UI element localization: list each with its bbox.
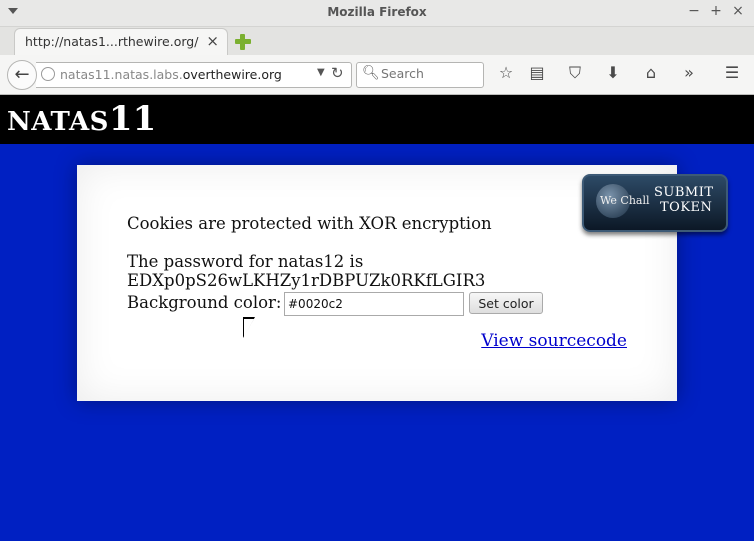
pocket-icon[interactable]: ⛉: [564, 63, 586, 83]
window-titlebar: Mozilla Firefox − + ×: [0, 0, 754, 27]
star-icon[interactable]: ☆: [495, 63, 517, 82]
maximize-button[interactable]: +: [708, 3, 724, 19]
search-input[interactable]: [381, 66, 479, 81]
password-value: EDXp0pS26wLKHZy1rDBPUZk0RKfLGIR3: [127, 271, 486, 290]
dropdown-icon[interactable]: ▼: [317, 67, 325, 78]
home-icon[interactable]: ⌂: [640, 63, 662, 82]
reload-icon[interactable]: ↻: [331, 64, 344, 82]
globe-icon: [41, 67, 55, 81]
minimize-button[interactable]: −: [686, 3, 702, 19]
wechall-brand: We Chall: [600, 194, 650, 207]
tab-close-icon[interactable]: ×: [206, 32, 219, 50]
background-color-input[interactable]: [284, 292, 464, 316]
hamburger-menu-icon[interactable]: ☰: [721, 63, 743, 82]
search-icon: 🔍︎: [362, 65, 380, 81]
natas-logo: NATAS11: [7, 99, 157, 139]
download-icon[interactable]: ⬇: [602, 63, 624, 82]
url-bar[interactable]: natas11.natas.labs.overthewire.org ▼ ↻: [36, 62, 352, 88]
navigation-toolbar: natas11.natas.labs.overthewire.org ▼ ↻ ←…: [0, 55, 754, 95]
wechall-submit-token-button[interactable]: We Chall SUBMIT TOKEN: [582, 174, 728, 232]
url-text[interactable]: natas11.natas.labs.overthewire.org: [60, 67, 282, 82]
new-tab-plus-icon[interactable]: [233, 32, 253, 52]
submit-label: SUBMIT: [654, 185, 714, 200]
password-label: The password for natas12 is: [127, 252, 364, 271]
back-arrow-icon[interactable]: ←: [7, 60, 37, 90]
tab-label: http://natas1...rthewire.org/: [25, 34, 199, 49]
natas-header: NATAS11: [0, 95, 754, 144]
heading-text: Cookies are protected with XOR encryptio…: [127, 214, 492, 233]
search-box[interactable]: 🔍︎: [356, 62, 484, 88]
view-sourcecode-link[interactable]: View sourcecode: [481, 331, 627, 351]
overflow-icon[interactable]: »: [678, 63, 700, 82]
tab-natas11[interactable]: http://natas1...rthewire.org/ ×: [14, 28, 228, 56]
set-color-button[interactable]: Set color: [469, 292, 543, 314]
token-label: TOKEN: [660, 200, 713, 215]
window-title: Mozilla Firefox: [327, 5, 427, 19]
close-window-button[interactable]: ×: [730, 3, 746, 19]
reading-list-icon[interactable]: ▤: [526, 63, 548, 82]
mouse-cursor-fill: [244, 319, 254, 337]
tab-strip: http://natas1...rthewire.org/ ×: [0, 27, 754, 56]
background-color-label: Background color:: [127, 293, 282, 312]
